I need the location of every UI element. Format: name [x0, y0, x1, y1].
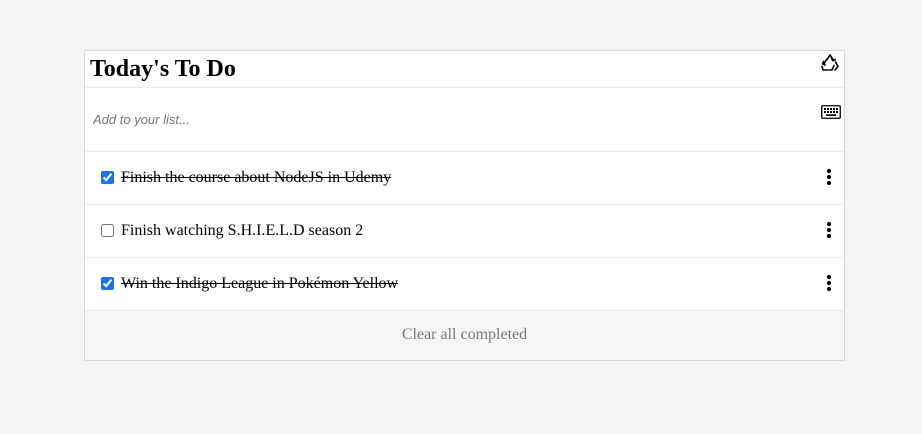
clear-completed-button[interactable]: Clear all completed: [402, 325, 527, 345]
todo-checkbox[interactable]: [101, 171, 114, 184]
recycle-icon[interactable]: [820, 53, 840, 73]
add-item-row: [85, 88, 844, 152]
keyboard-icon-graphic: [821, 105, 841, 119]
kebab-menu-icon[interactable]: [824, 221, 834, 239]
recycle-icon-graphic: [821, 54, 839, 71]
todo-text: Finish watching S.H.I.E.L.D season 2: [121, 222, 364, 239]
todo-item: Finish watching S.H.I.E.L.D season 2: [85, 205, 844, 258]
card-footer: Clear all completed: [85, 310, 844, 360]
kebab-menu-icon[interactable]: [824, 274, 834, 292]
todo-checkbox[interactable]: [101, 224, 114, 237]
todo-card: Today's To Do Add to your list... Finish…: [84, 50, 845, 361]
keyboard-icon[interactable]: [821, 105, 841, 119]
kebab-menu-icon[interactable]: [824, 168, 834, 186]
add-item-input[interactable]: [85, 88, 815, 151]
todo-text: Finish the course about NodeJS in Udemy: [121, 169, 392, 186]
todo-item: Win the Indigo League in Pokémon Yellow: [85, 258, 844, 310]
todo-text: Win the Indigo League in Pokémon Yellow: [121, 275, 399, 292]
page-title: Today's To Do: [90, 56, 236, 82]
card-header: Today's To Do: [85, 51, 844, 88]
todo-item: Finish the course about NodeJS in Udemy: [85, 152, 844, 205]
todo-checkbox[interactable]: [101, 277, 114, 290]
todo-list: Finish the course about NodeJS in Udemy F…: [85, 152, 844, 310]
